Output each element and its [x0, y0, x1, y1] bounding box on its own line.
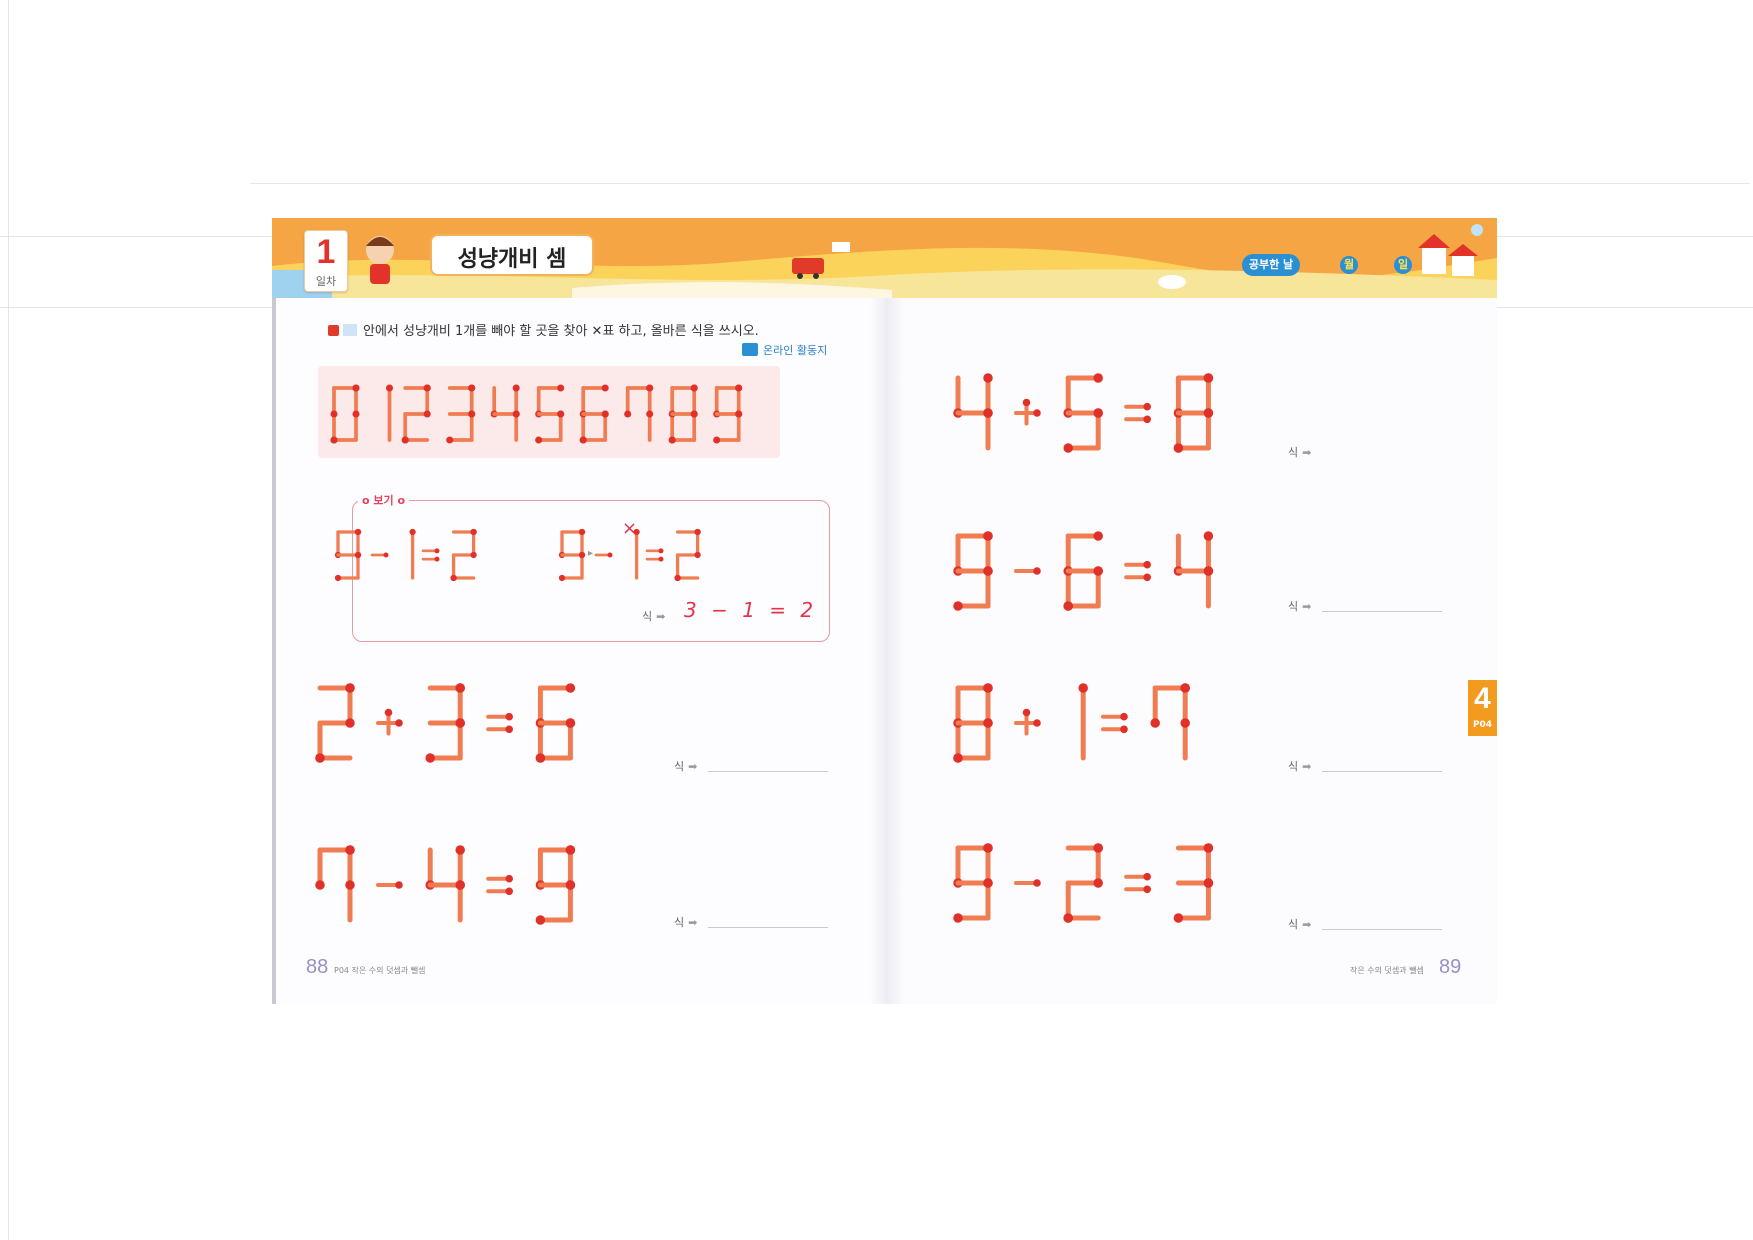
match-3-eq-top-head — [1143, 872, 1151, 881]
match-4-d-head — [1173, 913, 1184, 923]
match-0-b-head — [983, 843, 993, 853]
left-page-number: 88 — [306, 956, 329, 978]
problem-6-matches — [953, 843, 1214, 923]
right-footer-text: 작은 수의 덧셈과 뺄셈 — [1350, 966, 1424, 975]
problem-6-answer-line[interactable] — [1322, 929, 1442, 930]
match-2-g-head — [1093, 878, 1103, 888]
scan-line-top — [250, 183, 1750, 184]
chapter-code: P04 — [1472, 720, 1493, 730]
match-0-d-head — [953, 913, 963, 923]
sik-text: 식 — [1288, 918, 1299, 931]
match-2-b-head — [1093, 843, 1103, 853]
match-3-eq-bottom-head — [1143, 885, 1151, 894]
match-4-g-head — [1203, 878, 1214, 888]
match-4-b-head — [1203, 843, 1214, 853]
right-page-number: 89 — [1439, 956, 1462, 978]
left-footer-text: P04 작은 수의 덧셈과 뺄셈 — [334, 966, 426, 975]
match-2-e-head — [1063, 913, 1073, 923]
problem-6-sik-label: 식 ➡ — [1288, 918, 1312, 931]
book-spread: 1 일차 성냥개비 셈 공부한 날 월 일 안에서 성냥개비 1개를 빼야 할 … — [272, 218, 1497, 1004]
chapter-tab: 4 P04 — [1468, 680, 1497, 736]
chapter-number: 4 — [1474, 682, 1491, 715]
match-0-g-head — [983, 878, 993, 888]
match-1-minus-head — [1033, 879, 1041, 887]
scan-line-left — [8, 0, 9, 1240]
